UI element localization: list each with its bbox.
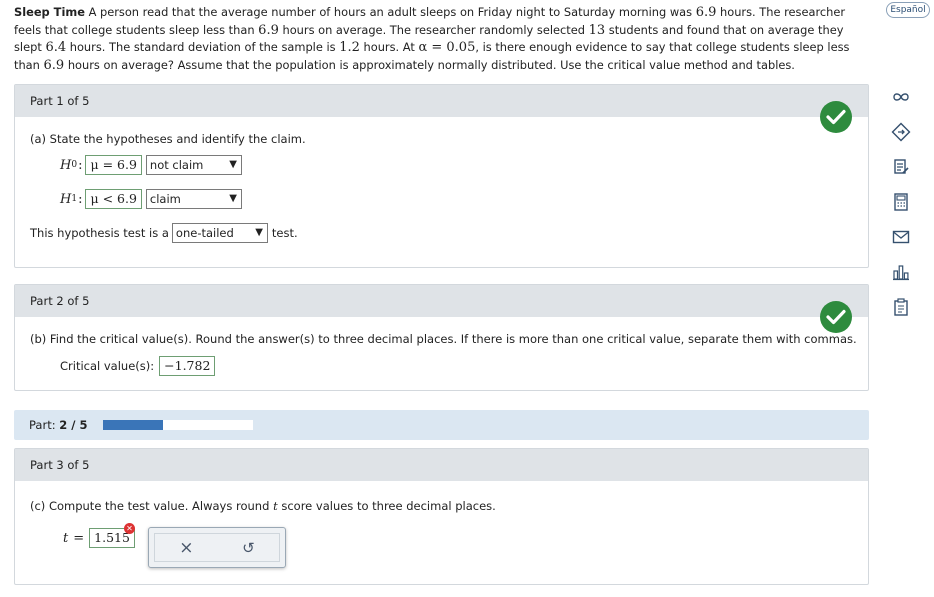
part-2-header: Part 2 of 5 (15, 285, 868, 317)
problem-statement: Sleep Time A person read that the averag… (14, 5, 850, 73)
infinity-icon[interactable] (888, 84, 914, 110)
dropdown-arrow-icon: ▼ (229, 193, 237, 204)
h0-row: H0: μ = 6.9 not claim ▼ (60, 155, 242, 175)
side-toolbar (888, 84, 916, 329)
chart-icon[interactable] (888, 259, 914, 285)
h0-value-field[interactable]: μ = 6.9 (85, 155, 142, 175)
correct-check-icon (820, 301, 852, 333)
notes-icon[interactable] (888, 154, 914, 180)
h1-claim-select[interactable]: claim ▼ (145, 189, 242, 209)
critical-value-label: Critical value(s): (60, 359, 155, 373)
clear-button[interactable]: × (179, 538, 193, 558)
part-3-header: Part 3 of 5 (15, 449, 868, 481)
calculator-icon[interactable] (888, 189, 914, 215)
mail-icon[interactable] (888, 224, 914, 250)
error-icon: ✕ (124, 523, 135, 534)
part-2-question: (b) Find the critical value(s). Round th… (30, 332, 857, 346)
critical-value-row: Critical value(s): −1.782 (60, 356, 216, 376)
h1-row: H1: μ < 6.9 claim ▼ (60, 189, 242, 209)
critical-value-field[interactable]: −1.782 (159, 356, 216, 376)
part-3-card: Part 3 of 5 (c) Compute the test value. … (14, 448, 869, 585)
test-type-row: This hypothesis test is a one-tailed ▼ te… (30, 223, 298, 243)
part-1-question: (a) State the hypotheses and identify th… (30, 132, 306, 146)
part-2-card: Part 2 of 5 (b) Find the critical value(… (14, 284, 869, 391)
part-1-header: Part 1 of 5 (15, 85, 868, 117)
language-button[interactable]: Español (886, 2, 930, 18)
progress-fill (103, 420, 163, 430)
answer-toolbar-popup: × ↺ (148, 527, 286, 568)
tag-icon[interactable] (888, 119, 914, 145)
progress-track (103, 420, 253, 430)
progress-label: Part: 2 / 5 (29, 418, 88, 432)
dropdown-arrow-icon: ▼ (229, 159, 237, 170)
part-1-card: Part 1 of 5 (a) State the hypotheses and… (14, 84, 869, 268)
part-3-question: (c) Compute the test value. Always round… (30, 499, 496, 513)
correct-check-icon (820, 101, 852, 133)
problem-title: Sleep Time (14, 5, 85, 19)
dropdown-arrow-icon: ▼ (255, 227, 263, 238)
clipboard-icon[interactable] (888, 294, 914, 320)
undo-button[interactable]: ↺ (242, 539, 255, 557)
h1-value-field[interactable]: μ < 6.9 (85, 189, 142, 209)
h0-claim-select[interactable]: not claim ▼ (145, 155, 242, 175)
part-progress: Part: 2 / 5 (14, 410, 869, 440)
test-type-select[interactable]: one-tailed ▼ (171, 223, 268, 243)
